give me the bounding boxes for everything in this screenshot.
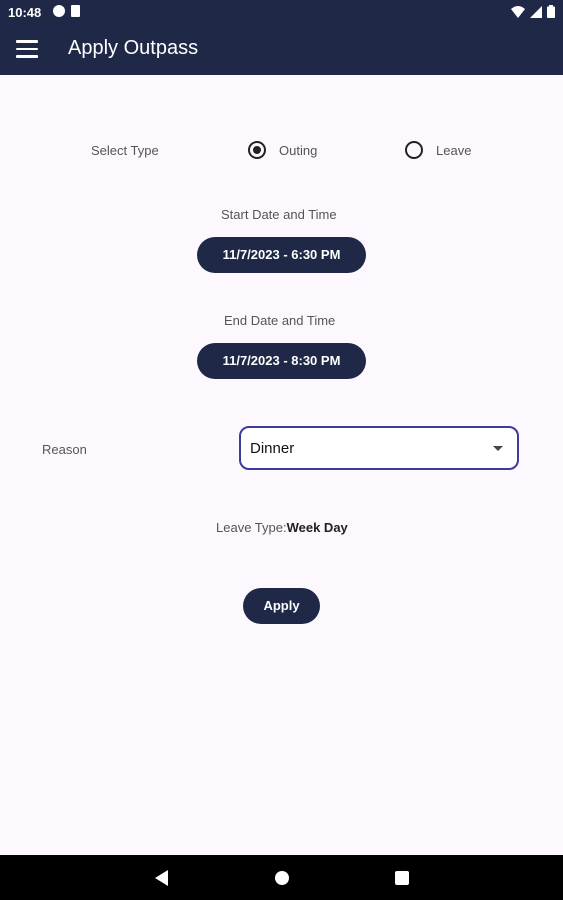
- radio-leave-label: Leave: [436, 143, 472, 158]
- recents-icon[interactable]: [395, 871, 409, 885]
- page-title: Apply Outpass: [68, 37, 199, 59]
- radio-outing-label: Outing: [279, 143, 318, 158]
- start-date-button[interactable]: 11/7/2023 - 6:30 PM: [197, 237, 366, 273]
- dropdown-arrow-icon: [493, 446, 503, 451]
- wifi-icon: [511, 5, 525, 18]
- apply-button[interactable]: Apply: [243, 588, 320, 624]
- back-icon[interactable]: [155, 870, 168, 886]
- notification-icon: [53, 5, 65, 17]
- end-date-label: End Date and Time: [224, 313, 336, 328]
- navigation-bar: [0, 855, 563, 900]
- start-date-label: Start Date and Time: [221, 207, 337, 222]
- menu-icon[interactable]: [16, 40, 38, 60]
- battery-icon: [547, 5, 555, 18]
- status-time: 10:48: [8, 5, 42, 20]
- home-icon[interactable]: [275, 871, 289, 885]
- leave-type-value: Week Day: [286, 520, 348, 535]
- reason-select[interactable]: Dinner: [239, 426, 519, 470]
- signal-icon: [530, 5, 542, 18]
- reason-label: Reason: [42, 442, 87, 457]
- status-icons-right: [511, 5, 555, 18]
- end-date-button[interactable]: 11/7/2023 - 8:30 PM: [197, 343, 366, 379]
- leave-type-row: Leave Type:Week Day: [216, 520, 348, 535]
- leave-type-label: Leave Type:: [216, 520, 287, 535]
- sd-card-icon: [71, 5, 80, 17]
- reason-value: Dinner: [250, 440, 295, 457]
- radio-outing[interactable]: [248, 141, 266, 159]
- status-icons-left: [53, 5, 80, 17]
- status-bar: 10:48: [0, 0, 563, 25]
- radio-leave[interactable]: [405, 141, 423, 159]
- app-bar: Apply Outpass: [0, 25, 563, 75]
- select-type-label: Select Type: [91, 143, 159, 158]
